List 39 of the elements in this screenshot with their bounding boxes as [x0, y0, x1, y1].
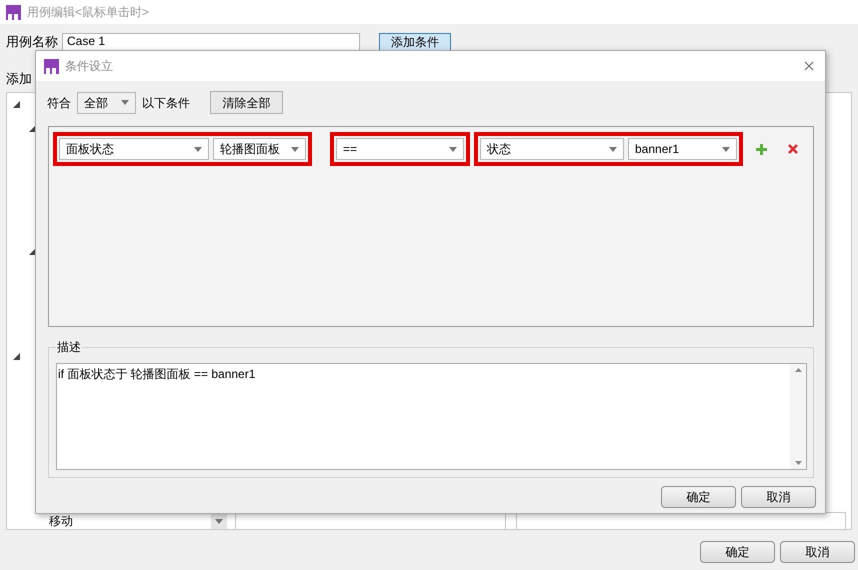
dropdown[interactable]: == — [336, 138, 464, 160]
dialog-button[interactable]: 确定 — [700, 541, 775, 563]
dropdown[interactable]: 面板状态 — [59, 138, 209, 160]
dropdown-arrow-icon — [215, 518, 223, 524]
dropdown-arrow-icon — [291, 146, 299, 152]
dropdown[interactable]: banner1 — [628, 138, 737, 160]
delete-icon[interactable] — [788, 144, 798, 154]
scroll-down-icon[interactable] — [794, 461, 802, 465]
dropdown-arrow-icon — [722, 146, 730, 152]
dropdown[interactable]: 轮播图面板 — [213, 138, 306, 160]
app-logo-icon — [6, 4, 21, 20]
app-logo-icon — [44, 58, 59, 74]
match-dropdown[interactable]: 全部 — [77, 92, 136, 114]
description-text-area[interactable]: if 面板状态于 轮播图面板 == banner1 — [56, 363, 807, 470]
dropdown-arrow-icon — [609, 146, 617, 152]
field-label: 用例名称 — [6, 34, 58, 49]
clear-all-button[interactable]: 清除全部 — [210, 91, 283, 114]
expand-triangle-icon — [13, 101, 20, 108]
window-title: 用例编辑<鼠标单击时> — [27, 4, 150, 21]
scrollbar[interactable] — [790, 364, 806, 469]
match-suffix-label: 以下条件 — [142, 94, 190, 112]
section-label: 添加 — [6, 71, 32, 86]
add-condition-button[interactable]: 添加条件 — [379, 33, 451, 50]
close-icon — [804, 61, 814, 71]
dropdown-arrow-icon — [449, 146, 457, 152]
case-name-field[interactable]: Case 1 — [62, 33, 360, 50]
dropdown-arrow-icon — [121, 100, 129, 105]
dialog-button[interactable]: 取消 — [741, 486, 816, 508]
dialog-button[interactable]: 取消 — [780, 541, 855, 563]
description-legend: 描述 — [56, 339, 82, 355]
dropdown-arrow-icon — [194, 146, 202, 152]
expand-triangle-icon — [13, 353, 20, 360]
dialog-title: 条件设立 — [65, 58, 113, 75]
action-dropdown[interactable]: 移动 — [45, 512, 227, 530]
dropdown[interactable]: 状态 — [480, 138, 624, 160]
scroll-up-icon[interactable] — [794, 368, 802, 372]
match-label: 符合 — [47, 94, 71, 112]
dialog-button[interactable]: 确定 — [661, 486, 736, 508]
add-icon[interactable] — [756, 144, 767, 155]
